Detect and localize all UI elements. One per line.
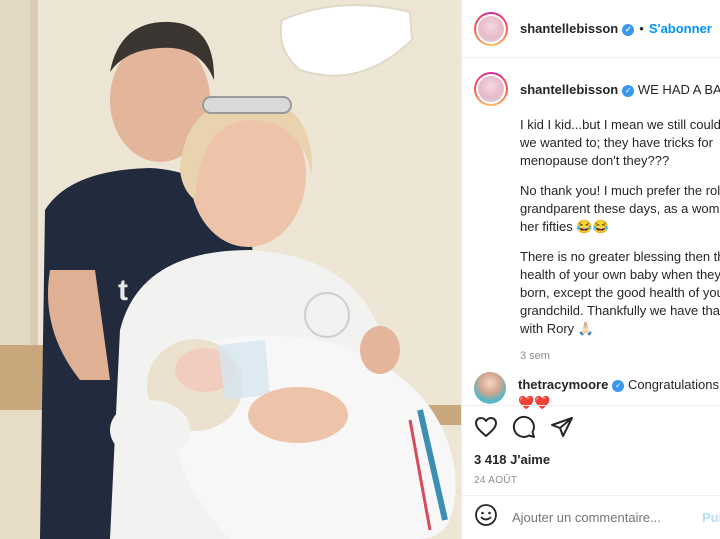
comment-avatar[interactable] (474, 372, 506, 404)
heart-icon[interactable] (474, 415, 498, 444)
caption-paragraph-2: No thank you! I much prefer the role of … (520, 183, 720, 234)
svg-text:t: t (118, 274, 128, 307)
verified-badge-icon: ✓ (612, 380, 625, 392)
publish-button[interactable]: Publier (702, 510, 720, 525)
add-comment-bar: Publier (462, 495, 720, 539)
caption-body: I kid I kid...but I mean we still could … (462, 116, 720, 338)
username-link[interactable]: shantellebisson ✓ (520, 21, 635, 36)
likes-count[interactable]: 3 418 J'aime (474, 452, 709, 467)
post-header: shantellebisson ✓ • S'abonner (462, 0, 720, 58)
separator-dot: • (639, 21, 644, 36)
share-icon[interactable] (550, 415, 574, 444)
post-date: 24 AOÛT (474, 475, 518, 486)
comment-text: Congratulations (627, 377, 719, 392)
caption-headline: WE HAD A BABY (637, 81, 720, 97)
comment-username[interactable]: thetracymoore (518, 377, 608, 392)
verified-badge-icon: ✓ (622, 24, 635, 36)
caption-paragraph-3: There is no greater blessing then the he… (520, 249, 720, 336)
post-actions: 3 418 J'aime 24 AOÛT (462, 405, 720, 486)
caption-paragraph-1: I kid I kid...but I mean we still could … (520, 117, 720, 168)
emoji-icon[interactable] (474, 503, 498, 532)
comment-icon[interactable] (512, 415, 536, 444)
caption-timestamp[interactable]: 3 sem (462, 350, 720, 362)
avatar[interactable] (474, 11, 508, 46)
follow-button[interactable]: S'abonner (649, 21, 712, 36)
post-side-panel: shantellebisson ✓ • S'abonner shantellebi… (461, 0, 720, 539)
post-image-illustration: t (0, 0, 461, 539)
caption-avatar[interactable] (474, 72, 508, 106)
post-photo[interactable]: t (0, 0, 461, 539)
post-caption: shantellebisson ✓ WE HAD A BABY I kid I k… (462, 72, 720, 362)
caption-username[interactable]: shantellebisson (520, 82, 618, 97)
comment-input[interactable] (512, 510, 688, 525)
verified-badge-icon: ✓ (622, 84, 635, 97)
